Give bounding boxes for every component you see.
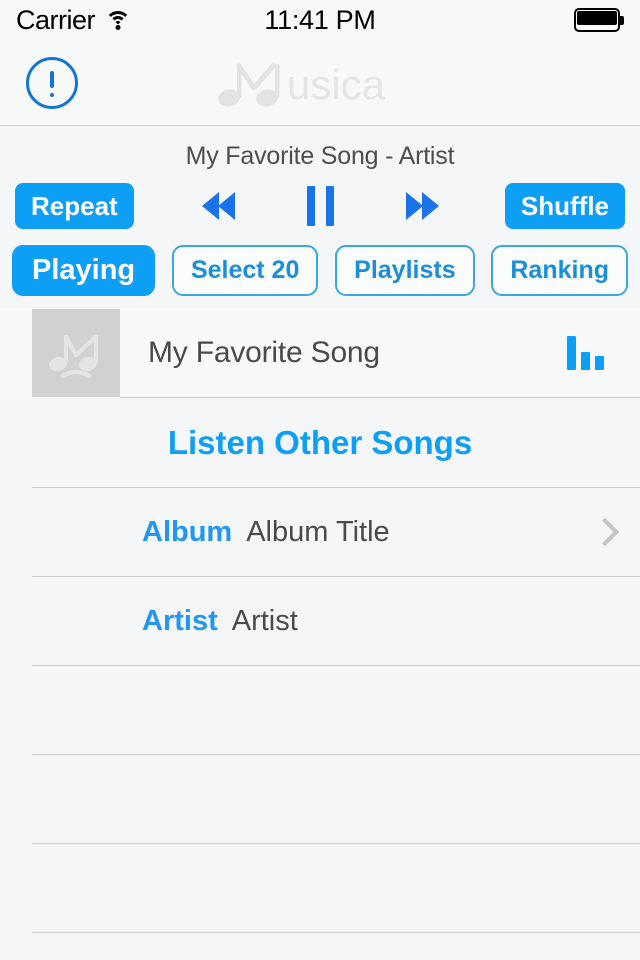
now-playing-label: My Favorite Song - Artist — [185, 142, 455, 170]
album-key-label: Album — [142, 516, 233, 549]
shuffle-button[interactable]: Shuffle — [504, 183, 625, 229]
listen-other-songs-button[interactable]: Listen Other Songs — [0, 398, 640, 489]
tab-playing[interactable]: Playing — [12, 245, 156, 297]
brand-logo: usica — [0, 56, 640, 110]
list-item-empty[interactable] — [0, 933, 640, 960]
tab-playlists[interactable]: Playlists — [335, 245, 475, 297]
tab-ranking[interactable]: Ranking — [491, 245, 628, 297]
rewind-icon — [201, 192, 235, 220]
pause-button[interactable] — [303, 182, 338, 230]
player-panel: My Favorite Song - Artist Repeat Shuffle… — [0, 126, 640, 308]
artist-value-label: Artist — [231, 605, 298, 638]
fast-forward-icon — [405, 192, 439, 220]
equalizer-icon — [567, 336, 604, 371]
list-item-empty[interactable] — [0, 844, 640, 934]
album-value-label: Album Title — [246, 516, 390, 549]
chevron-right-icon — [594, 519, 610, 547]
artist-key-label: Artist — [142, 605, 218, 638]
tab-bar: Playing Select 20 Playlists Ranking — [0, 237, 640, 308]
song-title-label: My Favorite Song — [148, 336, 380, 370]
list-item-album[interactable]: Album Album Title — [0, 488, 640, 578]
status-bar-right — [574, 8, 624, 32]
battery-full-icon — [574, 8, 624, 32]
clock-label: 11:41 PM — [264, 4, 376, 35]
status-bar: Carrier 11:41 PM — [0, 0, 640, 40]
app-screen: Carrier 11:41 PM usica My Favorite Song … — [0, 0, 640, 960]
pause-icon — [306, 186, 334, 226]
content-list: My Favorite Song Listen Other Songs Albu… — [0, 308, 640, 960]
playback-buttons — [198, 182, 443, 230]
listen-other-songs-label: Listen Other Songs — [167, 424, 473, 462]
transport-controls: Repeat Shuffle — [0, 175, 640, 237]
list-item-artist[interactable]: Artist Artist — [0, 577, 640, 667]
svg-text:usica: usica — [287, 61, 386, 108]
list-item-current-song[interactable]: My Favorite Song — [0, 308, 640, 399]
repeat-button[interactable]: Repeat — [15, 183, 134, 229]
rewind-button[interactable] — [198, 188, 239, 224]
tab-select-20[interactable]: Select 20 — [171, 245, 319, 297]
music-note-placeholder-icon — [32, 309, 120, 398]
list-item-empty[interactable] — [0, 755, 640, 845]
info-circle-icon[interactable] — [26, 56, 78, 109]
fast-forward-button[interactable] — [402, 188, 443, 224]
list-item-empty[interactable] — [0, 666, 640, 756]
navigation-bar: usica — [0, 40, 640, 126]
